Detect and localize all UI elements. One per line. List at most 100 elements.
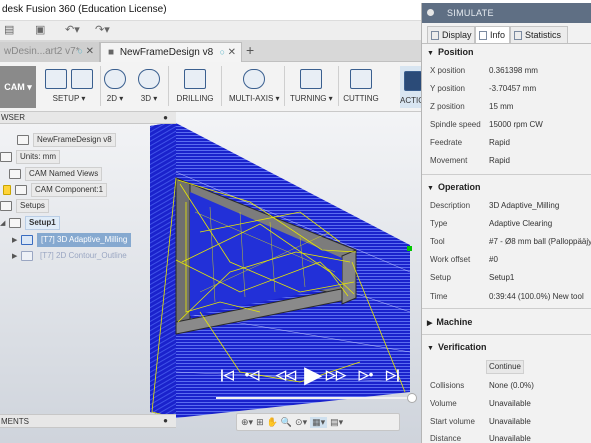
section-title: Operation [437,182,481,192]
timeline-handle[interactable] [407,393,417,403]
2d-group[interactable]: 2D ▾ [104,64,126,110]
display-settings-icon[interactable]: ▦▾ [310,416,328,428]
tree-node-named-views[interactable]: CAM Named Views [9,166,103,181]
comments-options-icon[interactable]: ● [163,416,168,425]
action-icon [403,71,422,91]
tree-node-adaptive-milling[interactable]: ▶ [T7] 3D Adaptive_Milling [12,232,132,248]
tree-node-setup1[interactable]: ◢ Setup1 [0,215,60,230]
field-label: Setup [430,273,451,282]
drilling-group[interactable]: DRILLING [175,64,215,110]
operation-row: Tool #7 - Ø8 mm ball (Palloppääjyr... [422,235,591,249]
collapse-arrow-icon: ▼ [427,345,434,352]
step-forward-button[interactable]: ▷▷ [324,362,348,388]
field-value: Unavailable [489,399,531,408]
previous-operation-button[interactable]: •◁ [240,362,264,388]
tree-node-document[interactable]: NewFrameDesign v8 [8,132,116,147]
field-value: Setup1 [489,273,515,282]
tab-new-frame-design[interactable]: ■ NewFrameDesign v8 ○ ✕ [100,42,242,62]
comments-panel[interactable]: MENTS ● [0,414,176,428]
tree-node-setups[interactable]: Setups [0,198,49,213]
tab-display[interactable]: Display [427,26,475,43]
tab-label: Info [490,30,506,40]
turning-group[interactable]: TURNING ▾ [290,64,333,110]
timeline-track[interactable] [216,397,412,399]
redo-icon[interactable]: ↷▾ [95,23,110,37]
collapse-arrow-icon: ▼ [427,50,434,57]
tree-node-units[interactable]: Units: mm [0,149,60,164]
tab-previous-design[interactable]: wDesin...art2 v7* ○ ✕ [0,42,100,62]
cutting-label: CUTTING [343,94,379,103]
cutting-icon [350,69,372,89]
field-value: 0.361398 mm [489,66,538,75]
orbit-icon[interactable]: ⊕▾ [241,417,253,428]
operation-row: Type Adaptive Clearing [422,217,591,231]
setup-label: SETUP [52,94,80,103]
file-menu-icon[interactable]: ▤ [4,23,14,37]
next-operation-button[interactable]: ▷• [354,362,378,388]
section-position[interactable]: ▼ Position [422,44,591,60]
tree-node-label: CAM Component:1 [31,183,108,197]
field-value: Rapid [489,156,510,165]
tool-tip-marker [407,246,412,251]
position-row: Spindle speed 15000 rpm CW [422,118,591,132]
jump-to-end-button[interactable]: ▷| [382,362,404,388]
statistics-icon [514,31,522,41]
setup-group[interactable]: SETUP ▾ [44,64,94,110]
step-back-button[interactable]: ◁◁ [274,362,298,388]
field-value: #7 - Ø8 mm ball (Palloppääjyr... [489,237,591,246]
tab-label: NewFrameDesign v8 [119,47,214,58]
field-label: Spindle speed [430,120,481,129]
pan-icon[interactable]: ✋ [267,417,278,428]
info-icon [479,31,487,41]
zoom-icon[interactable]: 🔍 [281,417,292,428]
tab-statistics[interactable]: Statistics [510,26,568,43]
play-button[interactable]: ▶ [302,362,324,388]
tree-node-cam-component[interactable]: CAM Component:1 [3,182,108,197]
document-icon [17,134,29,145]
browser-panel: WSER ● NewFrameDesign v8 Units: mm CAM N… [0,112,176,262]
operation-row: Setup Setup1 [422,271,591,285]
3d-group[interactable]: 3D ▾ [138,64,160,110]
position-row: Feedrate Rapid [422,136,591,150]
expand-arrow-icon[interactable]: ▶ [12,233,21,248]
quick-access-toolbar: ▤ ▣ ↶▾ ↷▾ [0,21,425,40]
field-label: Movement [430,156,468,165]
grid-settings-icon[interactable]: ▤▾ [330,417,343,428]
position-row: Z position 15 mm [422,100,591,114]
look-at-icon[interactable]: ⊞ [256,417,264,428]
cutting-group[interactable]: CUTTING [343,64,379,110]
field-value: 15 mm [489,102,514,111]
section-operation[interactable]: ▼ Operation [422,179,591,195]
close-icon[interactable]: ✕ [228,43,236,62]
continue-button[interactable]: Continue [486,360,524,374]
browser-options-icon[interactable]: ● [163,113,168,122]
section-machine[interactable]: ▶ Machine [422,314,591,330]
expand-arrow-icon[interactable]: ▶ [12,249,21,264]
sync-icon: ○ [77,46,83,56]
multi-axis-group[interactable]: MULTI-AXIS ▾ [229,64,280,110]
new-tab-button[interactable]: + [246,42,254,58]
folder-icon [71,69,93,89]
field-value: Unavailable [489,434,531,443]
3d-milling-icon [138,69,160,89]
comments-title: MENTS [1,417,29,426]
record-icon [427,9,434,16]
save-icon[interactable]: ▣ [35,23,45,37]
undo-icon[interactable]: ↶▾ [65,23,80,37]
position-row: Y position -3.70457 mm [422,82,591,96]
workspace-switcher[interactable]: CAM ▾ [0,66,36,108]
tree-node-label: Setup1 [25,216,60,230]
ribbon-separator [338,66,339,106]
jump-to-start-button[interactable]: |◁ [216,362,238,388]
frame-left-rail [175,177,191,329]
section-verification[interactable]: ▼ Verification [422,339,591,355]
close-icon[interactable]: ✕ [86,42,94,61]
tree-node-contour-outline[interactable]: ▶ [T7] 2D Contour_Outline [12,248,130,263]
field-value: None (0.0%) [489,381,534,390]
window-title: desk Fusion 360 (Education License) [2,4,167,15]
verification-row: Volume Unavailable [422,397,591,411]
tab-info[interactable]: Info [475,26,510,43]
units-icon [0,151,12,162]
zoom-window-icon[interactable]: ⊙▾ [295,417,307,428]
collapse-arrow-icon[interactable]: ◢ [0,216,9,231]
